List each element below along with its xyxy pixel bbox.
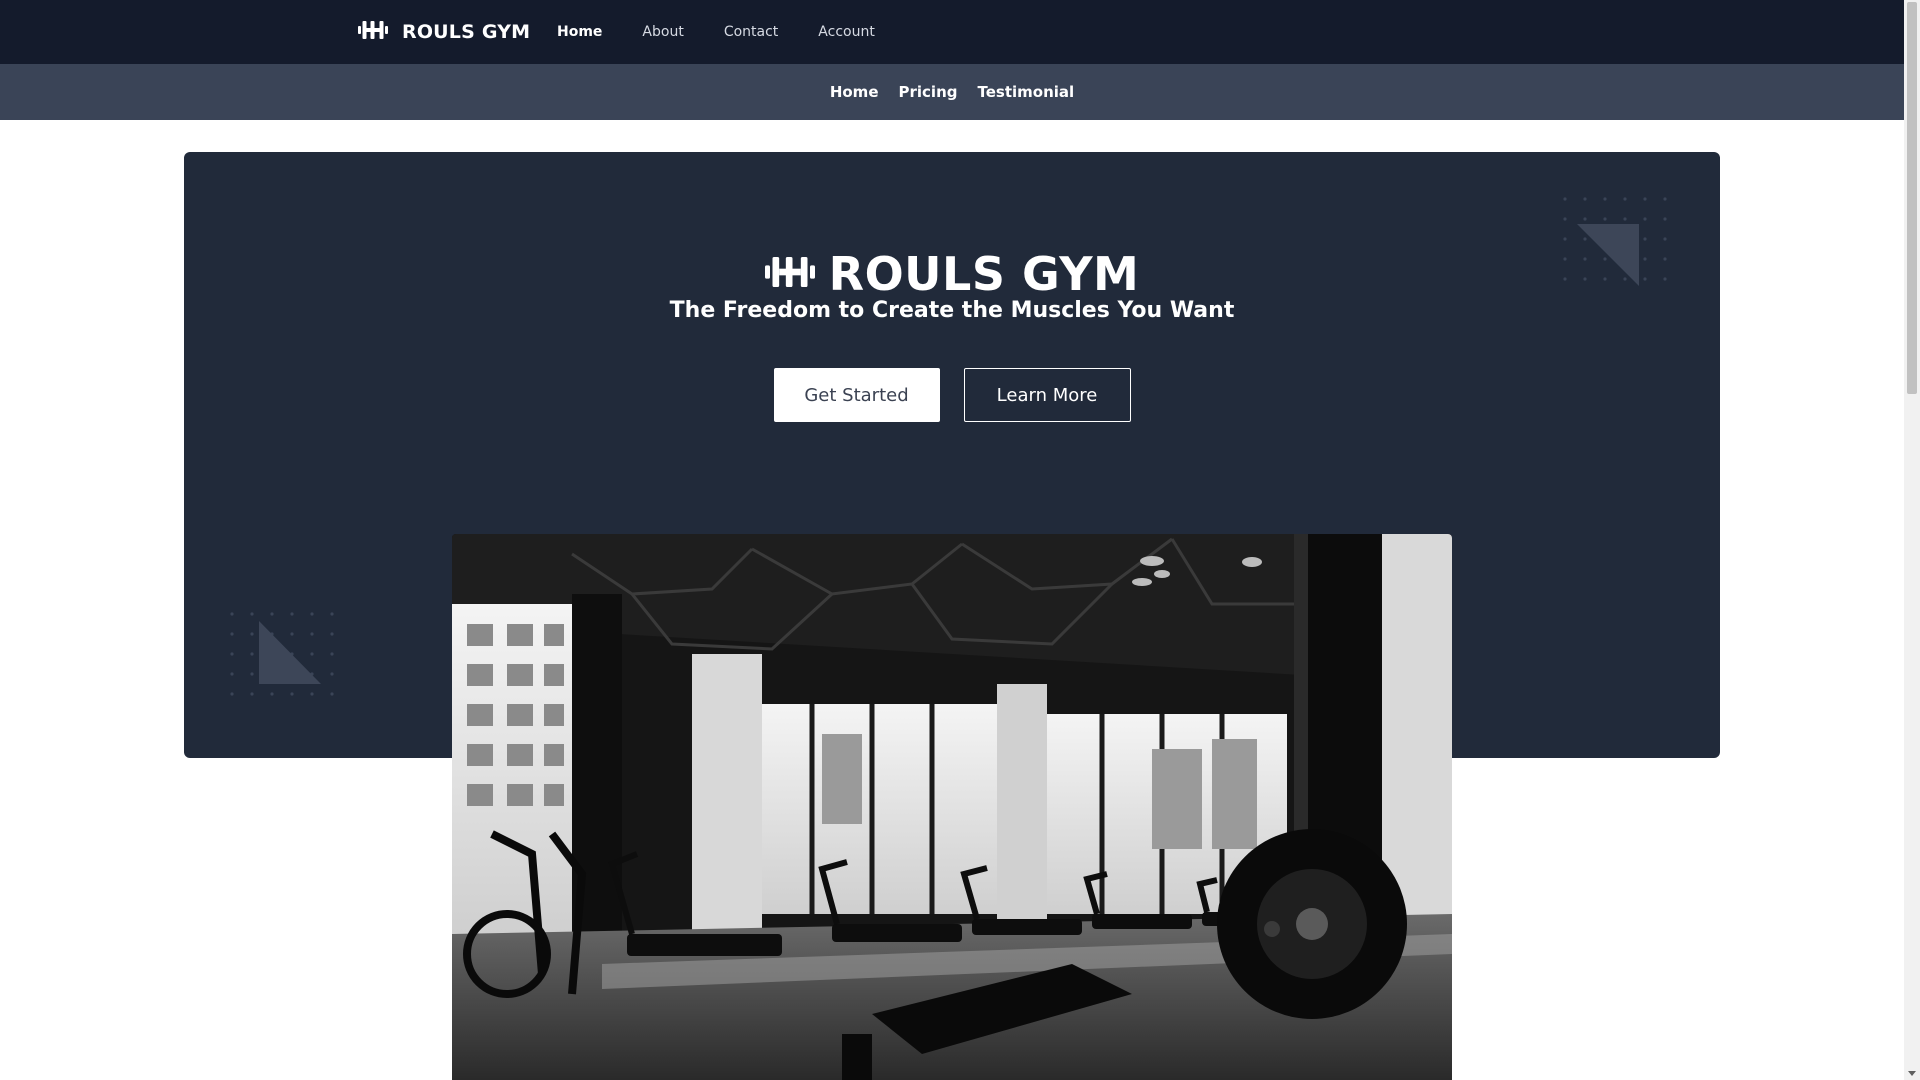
page: ROULS GYM Home About Contact Account Hom… bbox=[0, 0, 1920, 1080]
hero-title: ROULS GYM bbox=[828, 247, 1140, 301]
scrollbar-thumb[interactable] bbox=[1907, 2, 1917, 394]
get-started-button[interactable]: Get Started bbox=[773, 368, 940, 422]
nav-link-home[interactable]: Home bbox=[557, 24, 602, 40]
hero-heading: ROULS GYM bbox=[184, 247, 1720, 301]
section-link-home[interactable]: Home bbox=[830, 83, 879, 101]
nav-link-account[interactable]: Account bbox=[818, 24, 875, 40]
hero-subtitle: The Freedom to Create the Muscles You Wa… bbox=[669, 298, 1235, 323]
dumbbell-icon bbox=[764, 253, 815, 295]
brand-name: ROULS GYM bbox=[402, 21, 531, 43]
hero-buttons: Get Started Learn More bbox=[184, 368, 1720, 422]
brand-logo[interactable]: ROULS GYM bbox=[358, 0, 530, 64]
section-link-testimonial[interactable]: Testimonial bbox=[977, 83, 1074, 101]
dumbbell-icon bbox=[358, 19, 388, 45]
top-navbar: ROULS GYM Home About Contact Account bbox=[0, 0, 1904, 64]
section-nav: Home Pricing Testimonial bbox=[0, 64, 1904, 120]
section-link-pricing[interactable]: Pricing bbox=[899, 83, 958, 101]
learn-more-button[interactable]: Learn More bbox=[963, 368, 1131, 422]
gym-interior-photo bbox=[452, 534, 1452, 1080]
scroll-down-arrow-icon[interactable] bbox=[1908, 1071, 1916, 1076]
dot-pattern-decoration bbox=[230, 612, 334, 696]
page-scrollbar[interactable] bbox=[1904, 0, 1920, 1080]
nav-link-about[interactable]: About bbox=[642, 24, 683, 40]
nav-link-contact[interactable]: Contact bbox=[724, 24, 778, 40]
main-nav: Home About Contact Account bbox=[537, 0, 895, 64]
